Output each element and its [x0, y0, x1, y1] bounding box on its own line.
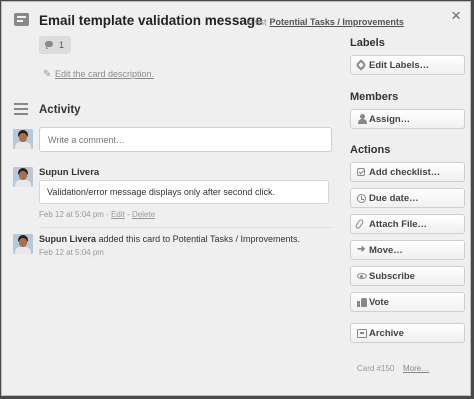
avatar — [13, 234, 33, 254]
pencil-icon: ✎ — [43, 69, 52, 80]
comment-meta: Feb 12 at 5:04 pm - Edit - Delete — [39, 210, 156, 219]
add-checklist-label: Add checklist… — [369, 167, 441, 178]
comment-text: Validation/error message displays only a… — [47, 187, 275, 197]
current-user-avatar — [13, 129, 33, 149]
actions-heading: Actions — [350, 144, 391, 156]
move-label: Move… — [369, 245, 403, 256]
card-icon — [14, 13, 29, 26]
close-icon[interactable]: × — [451, 6, 461, 26]
more-link[interactable]: More… — [403, 364, 429, 373]
move-button[interactable]: ➜ Move… — [350, 240, 465, 260]
delete-comment-link[interactable]: Delete — [132, 210, 155, 219]
activity-action-text: added this card to Potential Tasks / Imp… — [98, 234, 300, 244]
activity-timestamp: Feb 12 at 5:04 pm — [39, 248, 104, 257]
clock-icon — [357, 194, 366, 203]
archive-icon — [357, 329, 367, 338]
comment-author[interactable]: Supun Livera — [39, 167, 99, 178]
arrow-right-icon: ➜ — [357, 244, 366, 255]
card-detail-window: × Email template validation message in l… — [1, 1, 471, 396]
thumbs-up-icon — [357, 297, 369, 307]
edit-comment-link[interactable]: Edit — [111, 210, 125, 219]
tag-icon — [355, 59, 367, 71]
add-checklist-button[interactable]: Add checklist… — [350, 162, 465, 182]
activity-list-icon — [14, 103, 28, 115]
subscribe-label: Subscribe — [369, 271, 415, 282]
activity-heading: Activity — [39, 104, 81, 116]
comment-timestamp: Feb 12 at 5:04 pm — [39, 210, 104, 219]
divider — [39, 227, 332, 228]
edit-labels-label: Edit Labels… — [369, 60, 430, 71]
list-name-link[interactable]: Potential Tasks / Improvements — [270, 17, 404, 27]
labels-heading: Labels — [350, 37, 385, 49]
assign-button[interactable]: Assign… — [350, 109, 465, 129]
person-icon — [357, 114, 369, 124]
eye-icon — [357, 273, 367, 279]
comment-count: 1 — [59, 40, 65, 50]
activity-author[interactable]: Supun Livera — [39, 234, 96, 244]
activity-entry: Supun Livera added this card to Potentia… — [39, 234, 300, 244]
comment-count-badge: 1 — [39, 36, 71, 54]
due-date-label: Due date… — [369, 193, 419, 204]
attach-file-button[interactable]: Attach File… — [350, 214, 465, 234]
list-prefix: in list — [246, 17, 267, 27]
comment-input[interactable] — [39, 127, 332, 152]
edit-labels-button[interactable]: Edit Labels… — [350, 55, 465, 75]
edit-description-link[interactable]: Edit the card description. — [55, 69, 154, 79]
archive-button[interactable]: Archive — [350, 323, 465, 343]
assign-label: Assign… — [369, 114, 411, 125]
checklist-icon — [357, 168, 365, 176]
attach-file-label: Attach File… — [369, 219, 428, 230]
vote-label: Vote — [369, 297, 389, 308]
card-number: Card #150 — [357, 364, 395, 373]
card-title[interactable]: Email template validation message — [39, 13, 263, 28]
archive-label: Archive — [369, 328, 404, 339]
avatar — [13, 167, 33, 187]
comment-bubble-icon — [45, 41, 53, 49]
subscribe-button[interactable]: Subscribe — [350, 266, 465, 286]
paperclip-icon — [354, 218, 365, 230]
due-date-button[interactable]: Due date… — [350, 188, 465, 208]
comment-box: Validation/error message displays only a… — [39, 180, 329, 204]
members-heading: Members — [350, 91, 399, 103]
vote-button[interactable]: Vote — [350, 292, 465, 312]
list-info: in list Potential Tasks / Improvements — [246, 17, 404, 27]
